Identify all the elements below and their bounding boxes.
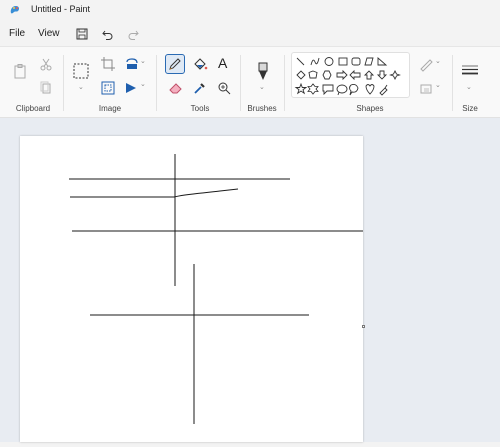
ribbon-separator [63, 55, 64, 111]
pencil-tool-selected[interactable] [165, 54, 185, 74]
canvas-workspace [0, 118, 500, 442]
stroke-size-icon[interactable] [461, 63, 479, 79]
window-title: Untitled - Paint [31, 4, 91, 14]
shape-fill-icon[interactable] [418, 81, 434, 97]
text-tool-icon[interactable]: A [218, 55, 227, 71]
paste-icon[interactable] [12, 63, 28, 79]
cut-icon[interactable] [38, 56, 54, 72]
eraser-icon[interactable] [168, 80, 184, 96]
canvas-drawing [69, 154, 363, 424]
flip-icon[interactable] [124, 80, 140, 96]
rotate-icon[interactable] [124, 56, 140, 72]
canvas-resize-handle[interactable] [362, 325, 365, 328]
paint-app-icon [10, 6, 20, 14]
ribbon-separator [284, 55, 285, 111]
ribbon: Clipboard ⌄ ⌄ ⌄ Image A Tools ⌄ Brushes … [0, 46, 500, 118]
size-dropdown-chevron-icon[interactable]: ⌄ [466, 83, 472, 91]
copy-icon[interactable] [38, 80, 54, 96]
size-group-label: Size [462, 104, 478, 113]
fill-bucket-icon[interactable] [192, 56, 208, 72]
brushes-group-label: Brushes [247, 104, 277, 113]
title-bar: Untitled - Paint [0, 0, 500, 20]
undo-icon[interactable] [101, 27, 115, 41]
drawing-canvas[interactable] [20, 136, 363, 442]
ribbon-separator [156, 55, 157, 111]
resize-icon[interactable] [100, 80, 116, 96]
color-picker-icon[interactable] [192, 80, 208, 96]
ribbon-separator [452, 55, 453, 111]
image-group-label: Image [98, 104, 122, 113]
shape-outline-icon[interactable] [418, 57, 434, 73]
ribbon-separator [240, 55, 241, 111]
crop-icon[interactable] [100, 56, 116, 72]
pencil-icon [169, 58, 181, 70]
fill-dropdown-chevron-icon[interactable]: ⌄ [435, 81, 441, 89]
magnifier-icon[interactable] [216, 80, 232, 96]
brushes-dropdown-chevron-icon[interactable]: ⌄ [259, 83, 265, 91]
shapes-gallery-icons[interactable] [294, 55, 409, 97]
outline-dropdown-chevron-icon[interactable]: ⌄ [435, 57, 441, 65]
select-dropdown-chevron-icon[interactable]: ⌄ [78, 83, 84, 91]
shapes-gallery [291, 52, 410, 98]
menu-bar: File View [0, 22, 500, 46]
select-icon[interactable] [72, 62, 90, 80]
tools-group-label: Tools [190, 104, 210, 113]
flip-dropdown-chevron-icon[interactable]: ⌄ [140, 80, 146, 88]
clipboard-group-label: Clipboard [15, 104, 51, 113]
redo-icon[interactable] [126, 27, 140, 41]
rotate-dropdown-chevron-icon[interactable]: ⌄ [140, 57, 146, 65]
view-menu[interactable]: View [38, 28, 60, 39]
brush-icon[interactable] [254, 61, 272, 83]
shapes-group-label: Shapes [356, 104, 384, 113]
file-menu[interactable]: File [9, 28, 25, 39]
save-icon[interactable] [75, 27, 89, 41]
